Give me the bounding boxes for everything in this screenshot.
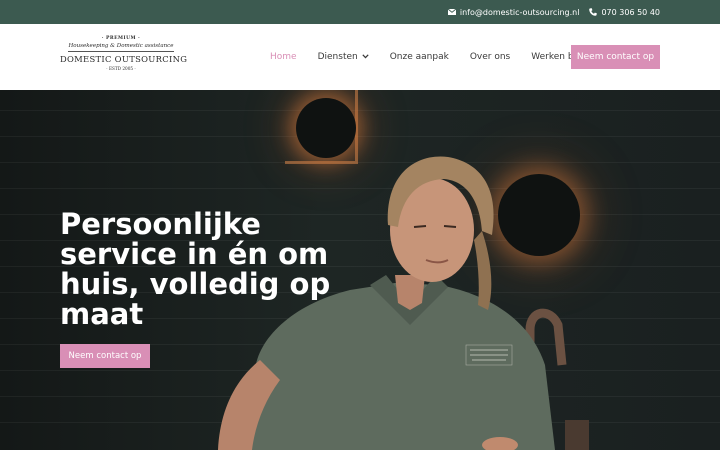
nav-item-label: Over ons (469, 52, 511, 62)
hero-title: Persoonlijke service in én om huis, voll… (60, 207, 331, 331)
email-link[interactable]: info@domestic-outsourcing.nl (460, 8, 580, 17)
nav-item-home[interactable]: Home (270, 52, 297, 62)
logo-tagline: Housekeeping & Domestic assistance (68, 43, 174, 49)
logo-brand-name: DOMESTIC OUTSOURCING (60, 54, 188, 64)
main-nav: Home Diensten Onze aanpak Over ons Werke… (270, 24, 600, 90)
nav-item-label: Diensten (317, 52, 358, 62)
chevron-down-icon (362, 52, 369, 62)
nav-item-diensten[interactable]: Diensten (318, 52, 369, 62)
nav-item-label: Home (270, 52, 297, 62)
nav-item-label: Onze aanpak (389, 52, 449, 62)
brand-logo[interactable]: · PREMIUM · Housekeeping & Domestic assi… (60, 35, 188, 79)
email-contact[interactable]: info@domestic-outsourcing.nl (447, 8, 580, 17)
contact-button-header[interactable]: Neem contact op (571, 45, 660, 69)
phone-contact[interactable]: 070 306 50 40 (589, 8, 660, 17)
envelope-icon (447, 9, 456, 15)
nav-item-onze-aanpak[interactable]: Onze aanpak (390, 52, 449, 62)
nav-item-over-ons[interactable]: Over ons (470, 52, 510, 62)
top-contact-bar: info@domestic-outsourcing.nl 070 306 50 … (0, 0, 720, 24)
phone-icon (589, 8, 598, 16)
logo-estd: · ESTD 2005 · (106, 66, 136, 71)
logo-premium: · PREMIUM · (101, 36, 141, 41)
contact-button-hero[interactable]: Neem contact op (60, 344, 150, 368)
hero-section: Persoonlijke service in én om huis, voll… (0, 90, 720, 450)
phone-link[interactable]: 070 306 50 40 (601, 8, 660, 17)
site-header: · PREMIUM · Housekeeping & Domestic assi… (0, 24, 720, 90)
logo-divider (68, 51, 174, 52)
